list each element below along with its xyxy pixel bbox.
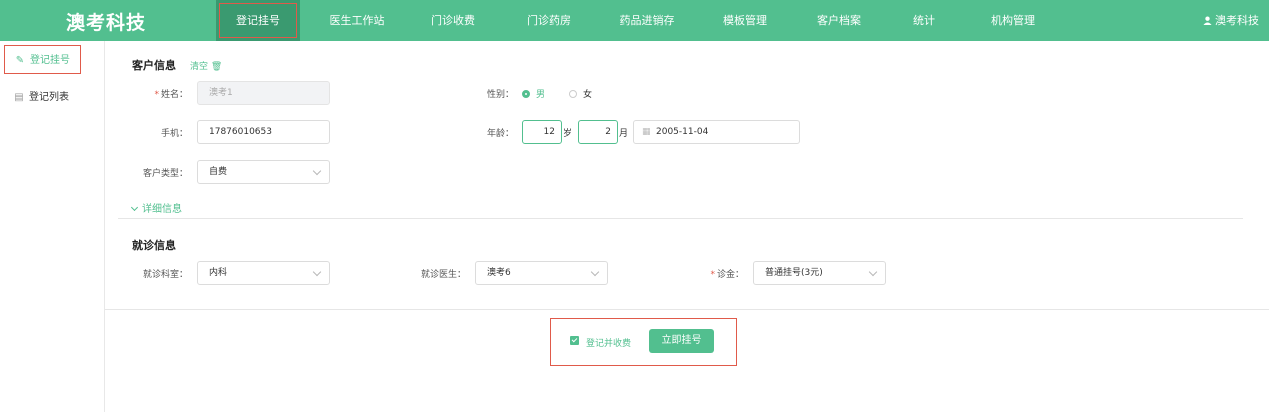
section-divider	[118, 218, 1243, 219]
footer-divider	[105, 309, 1269, 310]
name-input[interactable]: 澳考1	[197, 81, 330, 105]
calendar-icon: ▦	[642, 127, 651, 137]
sidebar-item-label: 登记挂号	[30, 55, 70, 66]
user-name: 澳考科技	[1215, 14, 1259, 27]
charge-checkbox-label[interactable]: 登记并收费	[586, 336, 631, 349]
nav-tab-organization[interactable]: 机构管理	[974, 0, 1052, 41]
gender-label: 性别：	[486, 90, 514, 100]
customer-type-select[interactable]: 自费	[197, 160, 330, 184]
clear-button[interactable]: 清空 🗑	[190, 59, 222, 72]
trash-icon: 🗑	[210, 62, 223, 72]
name-label: * 姓名：	[154, 90, 188, 100]
customer-section-title: 客户信息	[132, 59, 176, 72]
nav-tab-outpatient-billing[interactable]: 门诊收费	[414, 0, 492, 41]
nav-tab-customer-records[interactable]: 客户档案	[800, 0, 878, 41]
fee-select[interactable]: 普通挂号(3元)	[753, 261, 886, 285]
customer-type-label: 客户类型：	[142, 169, 188, 179]
age-label: 年龄：	[486, 129, 514, 139]
chevron-down-icon	[868, 267, 878, 277]
sidebar: ✎ 登记挂号 ▤ 登记列表	[0, 41, 105, 412]
phone-label: 手机：	[160, 129, 188, 139]
gender-radio-male[interactable]: 男	[522, 87, 545, 100]
age-months-input[interactable]: 2	[578, 120, 618, 144]
user-menu[interactable]: 澳考科技	[1203, 0, 1259, 41]
list-icon: ▤	[14, 92, 24, 103]
age-years-input[interactable]: 12	[522, 120, 562, 144]
doctor-select[interactable]: 澳考6	[475, 261, 608, 285]
birthdate-input[interactable]: ▦ 2005-11-04	[633, 120, 800, 144]
user-icon	[1203, 16, 1212, 25]
nav-tab-doctor-station[interactable]: 医生工作站	[318, 0, 396, 41]
phone-input[interactable]: 17876010653	[197, 120, 330, 144]
top-nav-bar: 澳考科技 登记挂号 医生工作站 门诊收费 门诊药房 药品进销存 模板管理 客户档…	[0, 0, 1269, 41]
radio-selected-icon	[522, 90, 530, 98]
nav-tab-outpatient-pharmacy[interactable]: 门诊药房	[510, 0, 588, 41]
sidebar-item-register-list[interactable]: ▤ 登记列表	[4, 83, 81, 112]
chevron-down-icon	[130, 203, 139, 212]
radio-unselected-icon	[569, 90, 577, 98]
sidebar-item-register[interactable]: ✎ 登记挂号	[4, 45, 81, 74]
nav-tab-templates[interactable]: 模板管理	[706, 0, 784, 41]
department-select[interactable]: 内科	[197, 261, 330, 285]
doctor-label: 就诊医生：	[420, 270, 466, 280]
nav-tab-register[interactable]: 登记挂号	[216, 0, 300, 41]
fee-label: * 诊金：	[710, 270, 744, 280]
gender-radio-female[interactable]: 女	[569, 87, 592, 100]
app-logo: 澳考科技	[66, 12, 147, 34]
chevron-down-icon	[590, 267, 600, 277]
chevron-down-icon	[312, 267, 322, 277]
department-label: 就诊科室：	[142, 270, 188, 280]
nav-tab-statistics[interactable]: 统计	[894, 0, 954, 41]
visit-section-title: 就诊信息	[132, 239, 176, 252]
charge-checkbox[interactable]	[570, 336, 579, 345]
submit-register-button[interactable]: 立即挂号	[649, 329, 714, 353]
chevron-down-icon	[312, 166, 322, 176]
edit-icon: ✎	[15, 55, 25, 66]
years-unit: 岁	[563, 129, 573, 139]
sidebar-item-label: 登记列表	[29, 92, 69, 103]
months-unit: 月	[619, 129, 629, 139]
details-toggle[interactable]: 详细信息	[130, 200, 182, 215]
nav-tab-drug-inventory[interactable]: 药品进销存	[605, 0, 689, 41]
